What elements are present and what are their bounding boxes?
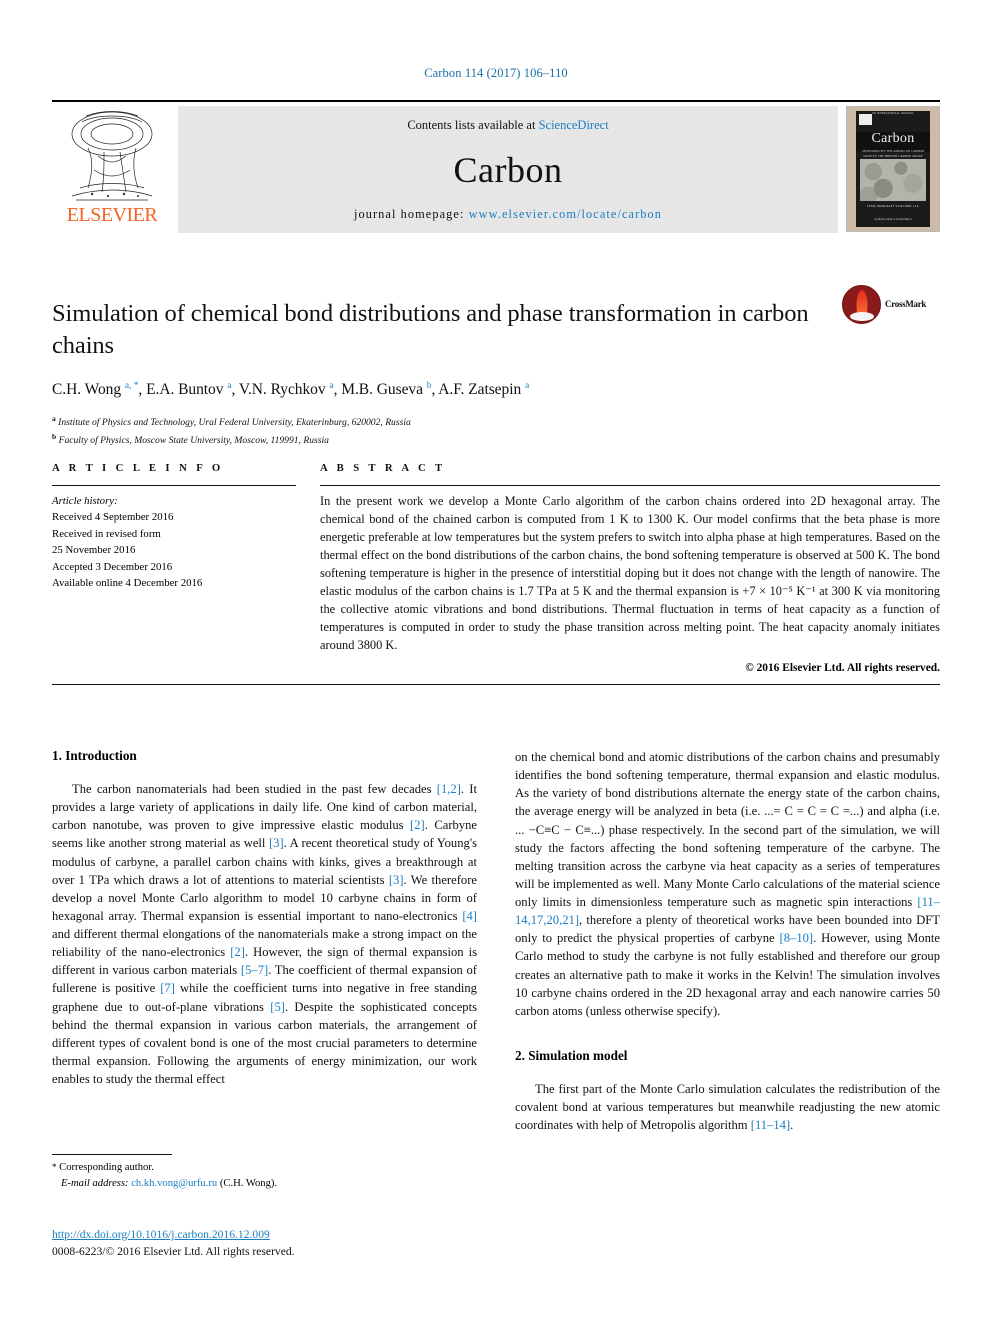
running-head: Carbon 114 (2017) 106–110: [424, 66, 568, 80]
affiliation-a-marker: a: [52, 414, 56, 424]
sciencedirect-link[interactable]: ScienceDirect: [539, 118, 609, 132]
crossmark-badge-group[interactable]: CrossMark: [842, 284, 934, 324]
article-history-revised-date: 25 November 2016: [52, 544, 136, 557]
email-label: E-mail address:: [61, 1177, 129, 1189]
article-info-rule: [52, 485, 296, 486]
abstract-heading: A B S T R A C T: [320, 462, 446, 474]
cover-elsevier-mark: [859, 114, 872, 125]
intro-paragraph-part2: on the chemical bond and atomic distribu…: [515, 750, 940, 1018]
affiliation-a-text: Institute of Physics and Technology, Ura…: [58, 417, 411, 429]
article-history-received: Received 4 September 2016: [52, 511, 174, 524]
homepage-prefix: journal homepage:: [353, 207, 469, 221]
article-history-accepted: Accepted 3 December 2016: [52, 560, 173, 573]
article-info-column: A R T I C L E I N F O Article history: R…: [52, 462, 296, 674]
contents-available-line: Contents lists available at ScienceDirec…: [407, 118, 608, 133]
affiliation-b-text: Faculty of Physics, Moscow State Univers…: [58, 435, 329, 447]
article-info-heading: A R T I C L E I N F O: [52, 462, 224, 474]
article-history-online: Available online 4 December 2016: [52, 577, 203, 590]
corresponding-author-line: * Corresponding author.: [52, 1160, 477, 1176]
body-columns: 1. Introduction The carbon nanomaterials…: [52, 748, 940, 1134]
contents-prefix: Contents lists available at: [407, 118, 539, 132]
journal-title: Carbon: [453, 150, 563, 190]
elsevier-tree-icon: [58, 108, 166, 204]
homepage-url-link[interactable]: www.elsevier.com/locate/carbon: [469, 207, 662, 221]
cover-inner-panel: AN INTERNATIONAL JOURNAL Carbon SPONSORE…: [856, 111, 930, 227]
masthead-top-rule: [52, 100, 940, 102]
cover-journal-title: Carbon: [871, 130, 915, 146]
email-link[interactable]: ch.kh.vong@urfu.ru: [131, 1178, 217, 1189]
email-line: E-mail address: ch.kh.vong@urfu.ru (C.H.…: [52, 1176, 477, 1192]
crossmark-label: CrossMark: [885, 299, 927, 309]
simulation-paragraph-1: The first part of the Monte Carlo simula…: [515, 1081, 940, 1133]
section-heading-simulation-model: 2. Simulation model: [515, 1047, 628, 1063]
affiliation-list: a Institute of Physics and Technology, U…: [52, 413, 940, 449]
right-column: on the chemical bond and atomic distribu…: [515, 748, 940, 1134]
doi-link[interactable]: http://dx.doi.org/10.1016/j.carbon.2016.…: [52, 1226, 552, 1243]
section-heading-introduction: 1. Introduction: [52, 748, 137, 763]
paper-page: Carbon 114 (2017) 106–110 ELSEVIER Conte…: [0, 0, 992, 1323]
journal-homepage-line: journal homepage: www.elsevier.com/locat…: [354, 207, 662, 222]
cover-volume-line: ISSN 0008-6223 VOLUME 114: [867, 204, 919, 209]
article-history-label: Article history:: [52, 495, 118, 507]
affiliation-b-marker: b: [52, 432, 57, 442]
issn-copyright-line: 0008-6223/© 2016 Elsevier Ltd. All right…: [52, 1245, 295, 1259]
imprint-block: http://dx.doi.org/10.1016/j.carbon.2016.…: [52, 1226, 552, 1261]
abstract-rule: [320, 485, 940, 486]
author-list: C.H. Wong a, *, E.A. Buntov a, V.N. Rych…: [52, 381, 530, 399]
cover-photo: [860, 158, 926, 202]
affiliation-a: a Institute of Physics and Technology, U…: [52, 413, 940, 431]
abstract-bottom-rule: [52, 684, 940, 685]
abstract-text: In the present work we develop a Monte C…: [320, 494, 940, 652]
cover-top-micro: AN INTERNATIONAL JOURNAL: [871, 112, 915, 115]
title-block: CrossMark Simulation of chemical bond di…: [52, 282, 940, 449]
left-column: 1. Introduction The carbon nanomaterials…: [52, 748, 477, 1134]
asterisk-icon: *: [52, 1162, 57, 1172]
journal-cover-thumbnail: AN INTERNATIONAL JOURNAL Carbon SPONSORE…: [846, 106, 940, 232]
elsevier-logo: ELSEVIER: [52, 106, 172, 233]
intro-paragraph-part1: The carbon nanomaterials had been studie…: [52, 782, 477, 1086]
corresponding-author-footnote: * Corresponding author. E-mail address: …: [52, 1154, 477, 1192]
abstract-column: A B S T R A C T In the present work we d…: [320, 462, 940, 674]
info-abstract-block: A R T I C L E I N F O Article history: R…: [52, 462, 940, 674]
corresponding-author-text: Corresponding author.: [59, 1162, 154, 1173]
footnote-rule: [52, 1154, 172, 1155]
journal-banner: Contents lists available at ScienceDirec…: [178, 106, 838, 233]
cover-footer-text: Available online at ScienceDirect: [874, 218, 912, 222]
email-suffix: (C.H. Wong).: [219, 1177, 278, 1189]
abstract-copyright: © 2016 Elsevier Ltd. All rights reserved…: [745, 661, 940, 674]
crossmark-icon: [842, 284, 881, 324]
journal-masthead: ELSEVIER Contents lists available at Sci…: [52, 100, 940, 233]
page-title: Simulation of chemical bond distribution…: [52, 300, 809, 360]
article-history-revised-label: Received in revised form: [52, 527, 161, 540]
elsevier-wordmark: ELSEVIER: [66, 204, 158, 226]
affiliation-b: b Faculty of Physics, Moscow State Unive…: [52, 431, 940, 449]
